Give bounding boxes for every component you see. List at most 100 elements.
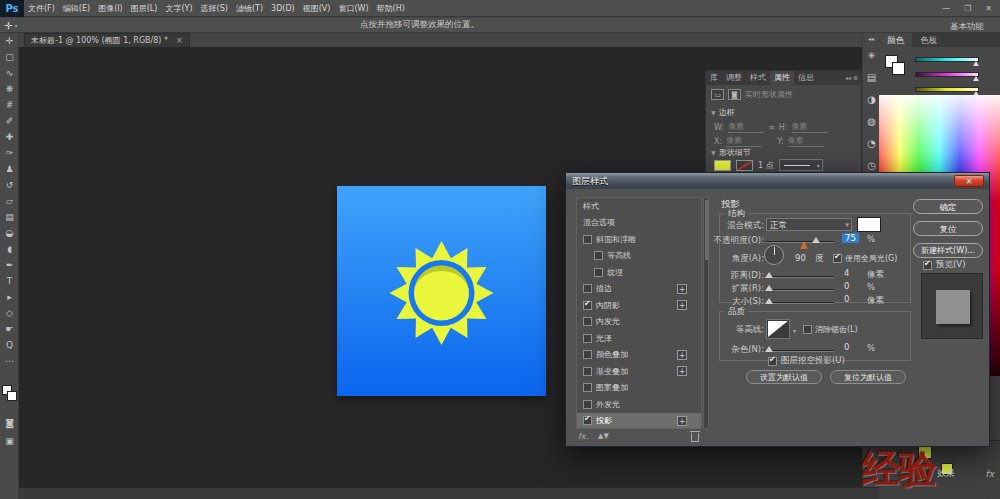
eraser-tool[interactable]: ▱	[0, 193, 19, 209]
fx-badge[interactable]: fx	[986, 469, 995, 479]
eyedropper-tool[interactable]: ✐	[0, 113, 19, 129]
style-checkbox[interactable]	[594, 251, 603, 260]
menu-7[interactable]: 3D(D)	[267, 0, 299, 17]
noise-value[interactable]: 0	[844, 342, 849, 352]
brush-tool[interactable]: ✑	[0, 145, 19, 161]
noise-slider[interactable]	[766, 350, 834, 352]
style-checkbox[interactable]	[583, 334, 592, 343]
reorder-arrows-icon[interactable]: ▲▼	[598, 432, 609, 440]
artwork-image[interactable]	[337, 186, 546, 396]
quick-mask-button[interactable]: ◙	[0, 415, 19, 433]
clone-stamp-tool[interactable]: ♟	[0, 161, 19, 177]
angle-value[interactable]: 90	[795, 253, 806, 263]
restore-button[interactable]: ❐	[964, 4, 971, 13]
style-checkbox[interactable]	[583, 284, 592, 293]
chevron-down-icon[interactable]: ▾	[14, 22, 17, 29]
minimize-button[interactable]: —	[942, 4, 950, 13]
dialog-close-button[interactable]: ✕	[954, 175, 984, 187]
style-item-6[interactable]: 内阴影+	[577, 297, 701, 314]
style-item-12[interactable]: 外发光	[577, 396, 701, 413]
details-section-header[interactable]: ▼形状细节	[711, 147, 751, 158]
style-item-2[interactable]: 斜面和浮雕	[577, 231, 701, 248]
size-value[interactable]: 0	[844, 294, 849, 304]
reset-button[interactable]: 复位	[913, 221, 983, 236]
magenta-slider[interactable]	[915, 68, 995, 83]
menu-3[interactable]: 图层(L)	[127, 0, 162, 17]
mask-props-icon[interactable]: ◙	[728, 89, 741, 100]
x-field[interactable]: 像素	[726, 135, 762, 147]
style-checkbox[interactable]	[583, 350, 592, 359]
props-tab-0[interactable]: 库	[706, 71, 722, 85]
hand-tool[interactable]: ☛	[0, 321, 19, 337]
style-checkbox[interactable]	[583, 383, 592, 392]
libraries-icon[interactable]: ▤	[863, 67, 880, 89]
color-tab-0[interactable]: 颜色	[879, 33, 912, 47]
curves-icon[interactable]: ◑	[863, 89, 880, 111]
ok-button[interactable]: 确定	[913, 199, 983, 214]
styles-icon[interactable]: ◍	[863, 111, 880, 133]
knockout-checkbox[interactable]	[768, 357, 777, 366]
link-dimensions-icon[interactable]: ∞	[768, 123, 775, 132]
shape-props-icon[interactable]: ▭	[711, 89, 724, 100]
style-item-0[interactable]: 样式	[577, 198, 701, 215]
menu-2[interactable]: 图像(I)	[94, 0, 127, 17]
transform-section-header[interactable]: ▼边框	[711, 107, 735, 118]
distance-value[interactable]: 4	[844, 268, 849, 278]
props-tab-3[interactable]: 属性	[770, 71, 794, 85]
menu-4[interactable]: 文字(Y)	[161, 0, 196, 17]
style-checkbox[interactable]	[583, 400, 592, 409]
stroke-type-dropdown[interactable]: ▾	[779, 159, 823, 171]
style-item-3[interactable]: 等高线	[577, 248, 701, 265]
tab-close-icon[interactable]: ×	[176, 34, 183, 47]
size-slider-thumb[interactable]	[765, 298, 773, 304]
style-item-13[interactable]: 投影+	[577, 413, 701, 430]
fill-color-swatch[interactable]	[714, 160, 731, 171]
style-item-11[interactable]: 图案叠加	[577, 380, 701, 397]
background-swatch[interactable]	[892, 62, 905, 75]
style-item-8[interactable]: 光泽	[577, 330, 701, 347]
contour-dropdown-icon[interactable]: ▾	[793, 327, 796, 334]
menu-5[interactable]: 选择(S)	[197, 0, 232, 17]
global-light-checkbox[interactable]	[833, 254, 842, 263]
preview-checkbox[interactable]	[923, 261, 932, 270]
style-checkbox[interactable]	[583, 301, 592, 310]
style-item-10[interactable]: 渐变叠加+	[577, 363, 701, 380]
style-item-5[interactable]: 描边+	[577, 281, 701, 298]
style-checkbox[interactable]	[583, 235, 592, 244]
y-field[interactable]: 像素	[788, 135, 824, 147]
shadow-color-swatch[interactable]	[857, 217, 881, 232]
style-checkbox[interactable]	[583, 416, 592, 425]
path-selection-tool[interactable]: ▸	[0, 289, 19, 305]
opacity-value[interactable]: 75	[842, 233, 859, 243]
style-item-4[interactable]: 纹理	[577, 264, 701, 281]
size-slider[interactable]	[766, 302, 834, 304]
healing-brush-tool[interactable]: ✚	[0, 129, 19, 145]
gradient-tool[interactable]: ▤	[0, 209, 19, 225]
close-button[interactable]: ✕	[985, 4, 992, 13]
style-checkbox[interactable]	[594, 268, 603, 277]
new-style-button[interactable]: 新建样式(W)...	[913, 243, 983, 258]
stroke-color-swatch[interactable]	[736, 160, 753, 171]
add-effect-icon[interactable]: +	[677, 416, 687, 426]
crop-tool[interactable]: #	[0, 97, 19, 113]
background-color[interactable]	[7, 391, 17, 401]
color-panel-swatches[interactable]	[885, 55, 909, 79]
lasso-tool[interactable]: ∿	[0, 65, 19, 81]
menu-9[interactable]: 窗口(W)	[334, 0, 372, 17]
set-default-button[interactable]: 设置为默认值	[746, 370, 822, 384]
props-tab-4[interactable]: 信息	[794, 71, 818, 85]
zoom-tool[interactable]: Q	[0, 337, 19, 353]
style-checkbox[interactable]	[583, 367, 592, 376]
noise-slider-thumb[interactable]	[765, 346, 773, 352]
style-item-9[interactable]: 颜色叠加+	[577, 347, 701, 364]
style-checkbox[interactable]	[583, 317, 592, 326]
expand-panels-icon[interactable]: ◂◂	[863, 33, 879, 45]
spread-slider-thumb[interactable]	[765, 285, 773, 291]
width-field[interactable]: 像素	[728, 121, 764, 133]
move-tool[interactable]: ✛	[0, 33, 19, 49]
spread-value[interactable]: 0	[844, 281, 849, 291]
dialog-title-bar[interactable]: 图层样式	[566, 173, 989, 189]
edit-toolbar-button[interactable]: ⋯	[0, 353, 19, 369]
shape-tool[interactable]: ◇	[0, 305, 19, 321]
color-tab-1[interactable]: 色板	[912, 33, 945, 47]
